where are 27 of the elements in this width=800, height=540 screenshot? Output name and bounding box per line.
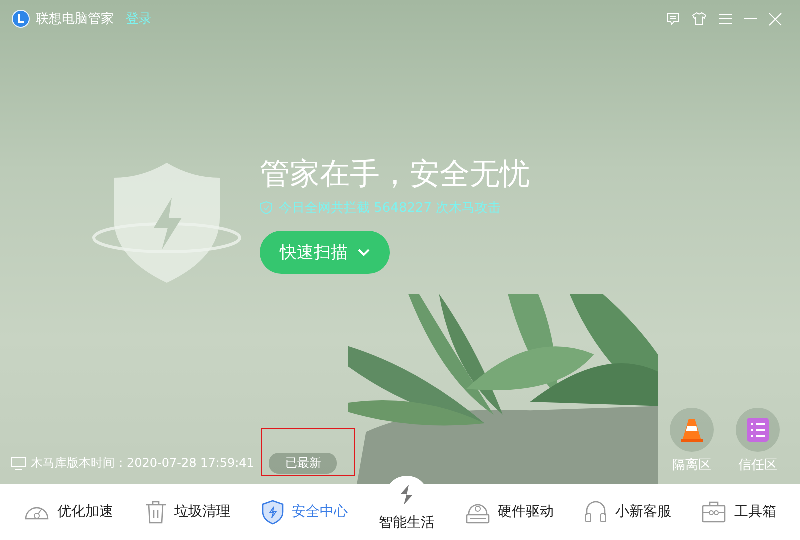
headline: 管家在手，安全无忧: [260, 156, 530, 194]
traffic-cone-icon: [681, 418, 703, 442]
chevron-down-icon: [358, 248, 370, 256]
nav-tab[interactable]: 工具箱: [698, 497, 780, 527]
nav-tab[interactable]: 优化加速: [20, 497, 118, 527]
monitor-icon: [11, 456, 26, 470]
app-logo-icon: [12, 10, 30, 28]
nav-tab[interactable]: 硬件驱动: [462, 496, 558, 528]
blocked-attacks-text: 今日全网共拦截 5648227 次木马攻击: [279, 200, 502, 217]
toolbox-icon: [702, 501, 726, 523]
virus-db-version-text: 木马库版本时间：2020-07-28 17:59:41: [31, 454, 254, 472]
trash-icon: [144, 500, 167, 524]
nav-tab[interactable]: 小新客服: [581, 496, 676, 528]
up-to-date-badge: 已最新: [269, 453, 338, 474]
tshirt-icon[interactable]: [692, 12, 707, 26]
app-title: 联想电脑管家: [36, 11, 114, 28]
minimize-icon[interactable]: [744, 18, 757, 20]
close-icon[interactable]: [769, 12, 782, 26]
headset-icon: [585, 500, 608, 524]
nav-tab[interactable]: 智能生活: [374, 510, 439, 536]
nav-tab[interactable]: 垃圾清理: [140, 496, 235, 528]
nav-tab[interactable]: 安全中心: [258, 496, 352, 528]
menu-icon[interactable]: [719, 13, 732, 25]
feedback-icon[interactable]: [666, 12, 680, 26]
checklist-icon: [747, 418, 769, 442]
shield-icon: [260, 201, 273, 215]
shield-lightning-icon: [262, 500, 284, 524]
